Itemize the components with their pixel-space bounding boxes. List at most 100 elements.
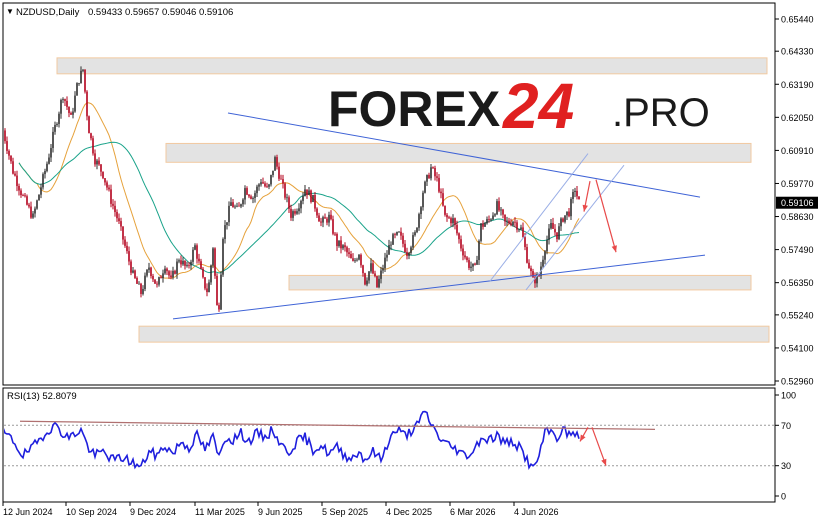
candle-body bbox=[14, 173, 16, 176]
time-tick-label: 4 Jun 2026 bbox=[514, 507, 559, 517]
candle-body bbox=[304, 189, 306, 197]
candle-body bbox=[94, 153, 96, 165]
candle-body bbox=[56, 123, 58, 125]
candle-body bbox=[58, 113, 60, 124]
candle-body bbox=[224, 225, 226, 239]
candle-body bbox=[104, 178, 106, 183]
candle-body bbox=[184, 260, 186, 266]
candle-body bbox=[258, 184, 260, 187]
candle-body bbox=[180, 260, 182, 265]
candle-body bbox=[248, 194, 250, 197]
candle-body bbox=[268, 184, 270, 187]
candle-body bbox=[434, 167, 436, 177]
candle-body bbox=[388, 245, 390, 255]
candle-body bbox=[572, 191, 574, 200]
candle-body bbox=[54, 124, 56, 132]
price-axis: 0.65440 0.64330 0.63190 0.62050 0.60910 0.597… bbox=[775, 15, 818, 387]
candle-body bbox=[150, 267, 152, 277]
candle-body bbox=[442, 193, 444, 206]
candle-body bbox=[378, 278, 380, 288]
candle-body bbox=[60, 100, 62, 114]
candle-body bbox=[110, 189, 112, 204]
candle-body bbox=[400, 231, 402, 236]
candle-body bbox=[154, 279, 156, 284]
candle-body bbox=[210, 265, 212, 283]
candle-body bbox=[282, 179, 284, 184]
candle-body bbox=[26, 196, 28, 205]
candle-body bbox=[344, 245, 346, 248]
candle-body bbox=[552, 222, 554, 229]
candle-body bbox=[432, 167, 434, 169]
candle-body bbox=[192, 249, 194, 262]
candle-body bbox=[246, 188, 248, 195]
candle-body bbox=[284, 183, 286, 198]
candle-body bbox=[92, 138, 94, 154]
candle-body bbox=[178, 260, 180, 262]
candle-body bbox=[12, 161, 14, 174]
candle-body bbox=[316, 208, 318, 216]
time-tick-label: 10 Sep 2024 bbox=[66, 507, 117, 517]
logo-pro-text: .PRO bbox=[612, 91, 710, 135]
candle-body bbox=[80, 70, 82, 83]
candle-body bbox=[290, 208, 292, 218]
candle-body bbox=[204, 277, 206, 289]
candle-body bbox=[266, 186, 268, 188]
candle-body bbox=[250, 196, 252, 199]
chart-window[interactable]: FOREX 24 .PRO ▼ NZDUSD,Daily 0.59433 0.5… bbox=[0, 0, 821, 523]
candle-body bbox=[296, 211, 298, 214]
candle-body bbox=[144, 275, 146, 290]
candle-body bbox=[488, 219, 490, 220]
candle-body bbox=[238, 205, 240, 207]
candle-body bbox=[410, 247, 412, 253]
candle-body bbox=[438, 177, 440, 192]
candle-body bbox=[416, 227, 418, 233]
candle-body bbox=[50, 148, 52, 158]
candle-body bbox=[142, 289, 144, 294]
candle-body bbox=[182, 260, 184, 265]
candle-body bbox=[342, 245, 344, 249]
candle-body bbox=[292, 211, 294, 218]
price-tick-label: 0.54100 bbox=[781, 343, 814, 353]
candle-body bbox=[440, 191, 442, 194]
candle-body bbox=[52, 131, 54, 149]
triangle-marker-icon: ▼ bbox=[6, 7, 14, 16]
candle-body bbox=[232, 202, 234, 208]
candle-body bbox=[422, 192, 424, 208]
candle-body bbox=[532, 271, 534, 278]
candle-body bbox=[372, 263, 374, 274]
price-tick-label: 0.52960 bbox=[781, 377, 814, 387]
candle-body bbox=[244, 188, 246, 200]
candle-body bbox=[370, 263, 372, 272]
candle-body bbox=[158, 277, 160, 285]
candle-body bbox=[46, 163, 48, 172]
candle-body bbox=[414, 232, 416, 236]
candle-body bbox=[230, 202, 232, 206]
candle-body bbox=[460, 239, 462, 249]
candle-body bbox=[160, 277, 162, 279]
candle-body bbox=[508, 220, 510, 224]
candle-body bbox=[10, 155, 12, 162]
price-tick-label: 0.59770 bbox=[781, 179, 814, 189]
candle-body bbox=[384, 257, 386, 269]
candle-body bbox=[66, 100, 68, 107]
candle-body bbox=[312, 194, 314, 202]
candle-body bbox=[298, 208, 300, 212]
candle-body bbox=[288, 197, 290, 209]
candle-body bbox=[102, 171, 104, 179]
candle-body bbox=[398, 231, 400, 233]
candle-body bbox=[340, 240, 342, 249]
candle-body bbox=[462, 248, 464, 256]
candle-body bbox=[70, 112, 72, 115]
candle-body bbox=[564, 215, 566, 222]
candle-body bbox=[522, 227, 524, 238]
time-tick-label: 4 Dec 2025 bbox=[386, 507, 432, 517]
candle-body bbox=[426, 174, 428, 182]
candle-body bbox=[320, 221, 322, 223]
candle-body bbox=[386, 254, 388, 258]
candle-body bbox=[446, 214, 448, 218]
candle-body bbox=[334, 233, 336, 235]
candle-body bbox=[558, 226, 560, 240]
candle-body bbox=[234, 206, 236, 208]
price-tick-label: 0.64330 bbox=[781, 47, 814, 57]
price-tick-label: 0.60910 bbox=[781, 146, 814, 156]
